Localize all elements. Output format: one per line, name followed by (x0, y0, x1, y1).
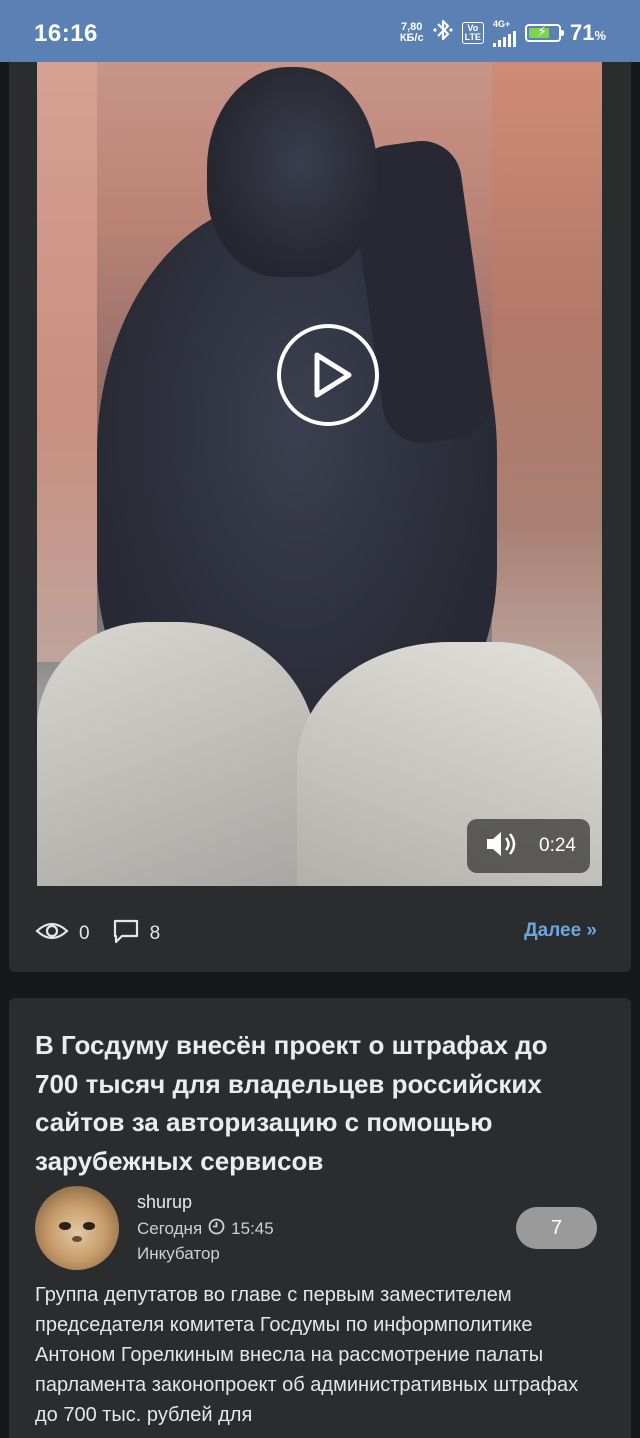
post-date-label: Сегодня (137, 1219, 203, 1238)
status-bar: 16:16 7,80 КБ/с Vo LTE 4G+ ⚡ 71% (0, 0, 640, 62)
status-time: 16:16 (34, 20, 98, 47)
net-speed: 7,80 КБ/с (399, 20, 424, 44)
video-background-right (492, 62, 602, 722)
comment-icon[interactable] (112, 918, 140, 950)
news-post-card: В Госдуму внесён проект о штрафах до 700… (9, 998, 631, 1438)
signal-label: 4G+ (492, 18, 511, 29)
author-name[interactable]: shurup (137, 1192, 192, 1213)
post-time: 15:45 (231, 1219, 274, 1238)
volte-bottom-label: LTE (464, 31, 481, 42)
video-thumbnail-rock (37, 622, 317, 886)
rating-badge[interactable]: 7 (516, 1207, 597, 1249)
post-title[interactable]: В Госдуму внесён проект о штрафах до 700… (35, 1026, 595, 1180)
net-speed-unit: КБ/с (399, 31, 424, 44)
video-thumbnail-head (207, 67, 377, 277)
bluetooth-icon (433, 18, 453, 47)
comments-count: 8 (149, 923, 161, 944)
play-icon (314, 352, 352, 398)
battery-percent-value: 71 (569, 19, 595, 45)
video-duration: 0:24 (539, 835, 576, 856)
post-excerpt: Группа депутатов во главе с первым замес… (35, 1284, 579, 1426)
read-more-link[interactable]: Далее » (524, 920, 597, 942)
volte-icon: Vo LTE (461, 21, 484, 44)
eye-icon (35, 920, 69, 948)
battery-percent-sign: % (594, 27, 606, 43)
video-player[interactable]: 0:24 (37, 62, 602, 886)
battery-percent: 71% (570, 20, 606, 46)
play-button[interactable] (277, 324, 379, 426)
net-speed-value: 7,80 (401, 20, 423, 33)
volume-icon[interactable] (485, 830, 519, 863)
post-date: Сегодня 15:45 (137, 1218, 274, 1240)
avatar[interactable] (35, 1186, 119, 1270)
post-category[interactable]: Инкубатор (137, 1244, 220, 1264)
video-controls-pill: 0:24 (467, 819, 590, 873)
video-post-card: 0:24 0 8 Далее » (9, 62, 631, 972)
video-background-left (37, 62, 97, 662)
clock-icon (208, 1218, 225, 1240)
post-stats: 0 8 (35, 918, 160, 950)
signal-bars (492, 29, 516, 47)
status-icons: 7,80 КБ/с Vo LTE 4G+ ⚡ 71% (400, 18, 606, 47)
signal-icon: 4G+ (492, 18, 516, 47)
bolt-icon: ⚡ (536, 22, 547, 39)
battery-charging-icon: ⚡ (524, 22, 564, 42)
views-count: 0 (79, 923, 90, 944)
